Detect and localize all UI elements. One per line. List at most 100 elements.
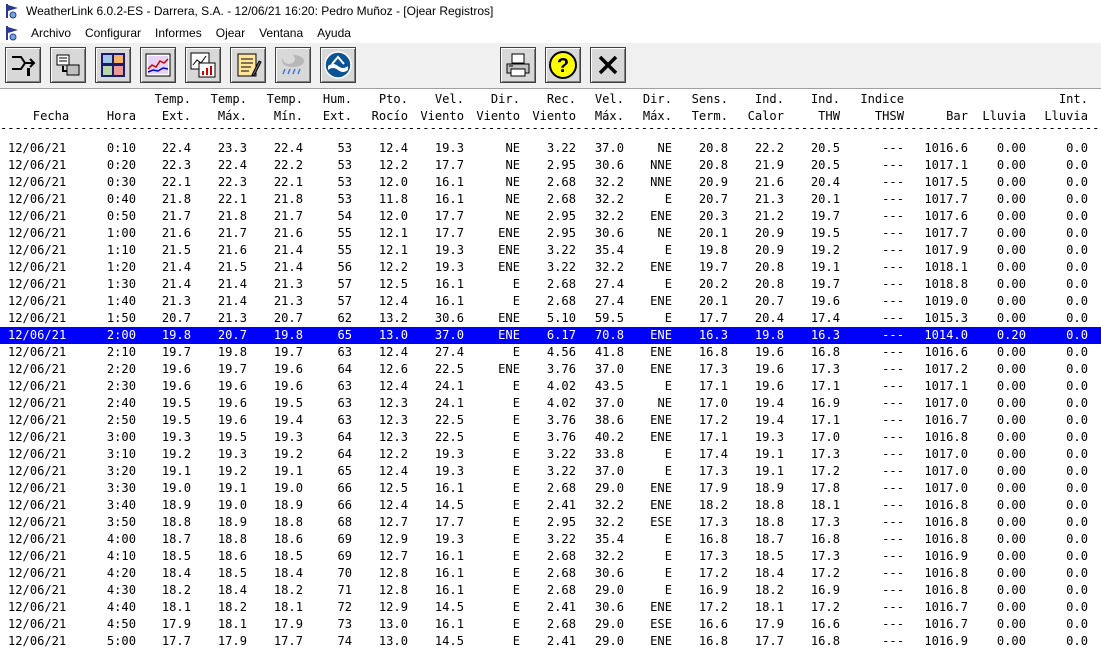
cell-dir-viento: NE — [505, 192, 520, 206]
cell-lluvia: 0.00 — [996, 464, 1026, 478]
table-row[interactable]: 12/06/21 0:30 22.1 22.3 22.1 53 12.0 16.1 NE 2.68… — [0, 174, 1101, 191]
column-header-int-lluvia-line1: Int. — [1058, 92, 1088, 106]
table-row-selected[interactable]: 12/06/21 2:00 19.8 20.7 19.8 65 13.0 37.0 ENE 6.1… — [0, 327, 1101, 344]
notes-icon — [237, 53, 262, 77]
cell-vel-max: 43.5 — [594, 379, 624, 393]
cell-indice-thsw: --- — [882, 226, 904, 240]
cell-dir-max: NE — [657, 226, 672, 240]
cell-bar: 1016.8 — [924, 583, 968, 597]
print-button[interactable] — [500, 47, 536, 83]
table-row[interactable]: 12/06/21 1:00 21.6 21.7 21.6 55 12.1 17.7 ENE 2.9… — [0, 225, 1101, 242]
cell-sens-term: 17.2 — [698, 413, 728, 427]
table-row[interactable]: 12/06/21 2:40 19.5 19.6 19.5 63 12.3 24.1 E 4.02 3… — [0, 395, 1101, 412]
cell-bar: 1017.5 — [924, 175, 968, 189]
cell-hum-ext: 70 — [337, 566, 352, 580]
cell-temp-min: 18.8 — [273, 515, 303, 529]
cell-lluvia: 0.00 — [996, 498, 1026, 512]
close-button[interactable] — [590, 47, 626, 83]
cell-pto-rocio: 11.8 — [378, 192, 408, 206]
weather-rain-button[interactable] — [275, 47, 311, 83]
cell-sens-term: 20.8 — [698, 141, 728, 155]
cell-sens-term: 17.3 — [698, 549, 728, 563]
table-row[interactable]: 12/06/21 1:50 20.7 21.3 20.7 62 13.2 30.6 ENE 5.1… — [0, 310, 1101, 327]
column-header-temp-ext: Ext. — [161, 109, 191, 123]
table-row[interactable]: 12/06/21 4:30 18.2 18.4 18.2 71 12.8 16.1 E 2.68 2… — [0, 582, 1101, 599]
table-row[interactable]: 12/06/21 3:20 19.1 19.2 19.1 65 12.4 19.3 E 3.22 3… — [0, 463, 1101, 480]
table-row[interactable]: 12/06/21 4:10 18.5 18.6 18.5 69 12.7 16.1 E 2.68 3… — [0, 548, 1101, 565]
menu-ventana[interactable]: Ventana — [252, 26, 310, 40]
menu-archivo[interactable]: Archivo — [24, 26, 78, 40]
cell-bar: 1016.8 — [924, 566, 968, 580]
cell-ind-calor: 20.8 — [754, 277, 784, 291]
table-row[interactable]: 12/06/21 3:50 18.8 18.9 18.8 68 12.7 17.7 E 2.95 3… — [0, 514, 1101, 531]
cell-indice-thsw: --- — [882, 311, 904, 325]
cell-sens-term: 20.9 — [698, 175, 728, 189]
cell-temp-min: 19.3 — [273, 430, 303, 444]
cell-ind-thw: 17.8 — [810, 481, 840, 495]
cell-bar: 1017.0 — [924, 481, 968, 495]
table-row[interactable]: 12/06/21 4:40 18.1 18.2 18.1 72 12.9 14.5 E 2.41 3… — [0, 599, 1101, 616]
cell-pto-rocio: 12.8 — [378, 583, 408, 597]
table-row[interactable]: 12/06/21 0:20 22.3 22.4 22.2 53 12.2 17.7 NE 2.95… — [0, 157, 1101, 174]
cell-fecha: 12/06/21 — [8, 413, 67, 427]
cell-ind-calor: 18.9 — [754, 481, 784, 495]
table-body[interactable]: 12/06/21 0:10 22.4 23.3 22.4 53 12.4 19.3 NE 3.22… — [0, 140, 1101, 650]
table-row[interactable]: 12/06/21 3:10 19.2 19.3 19.2 64 12.2 19.3 E 3.22 3… — [0, 446, 1101, 463]
cell-hum-ext: 71 — [337, 583, 352, 597]
cell-dir-viento: E — [512, 345, 520, 359]
column-header-dir-max: Máx. — [642, 109, 672, 123]
cell-temp-ext: 18.5 — [161, 549, 191, 563]
strip-charts-button[interactable] — [140, 47, 176, 83]
table-row[interactable]: 12/06/21 4:00 18.7 18.8 18.6 69 12.9 19.3 E 3.22 3… — [0, 531, 1101, 548]
table-row[interactable]: 12/06/21 5:00 17.7 17.9 17.7 74 13.0 14.5 E 2.41 2… — [0, 633, 1101, 650]
cell-fecha: 12/06/21 — [8, 600, 67, 614]
download-data-button[interactable] — [50, 47, 86, 83]
menu-ayuda[interactable]: Ayuda — [310, 26, 358, 40]
connect-station-button[interactable] — [5, 47, 41, 83]
cell-ind-thw: 17.4 — [810, 311, 840, 325]
noaa-button[interactable] — [320, 47, 356, 83]
records-grid[interactable]: Fecha Hora Temp. Ext. Temp. Máx. Temp. Mín. Hum.… — [0, 89, 1101, 653]
cell-hora: 1:30 — [106, 277, 136, 291]
child-window-icon[interactable] — [4, 25, 20, 41]
table-row[interactable]: 12/06/21 3:00 19.3 19.5 19.3 64 12.3 22.5 E 3.76 4… — [0, 429, 1101, 446]
cell-hum-ext: 69 — [337, 532, 352, 546]
table-row[interactable]: 12/06/21 2:50 19.5 19.6 19.4 63 12.3 22.5 E 3.76 3… — [0, 412, 1101, 429]
table-row[interactable]: 12/06/21 1:10 21.5 21.6 21.4 55 12.1 19.3 ENE 3.2… — [0, 242, 1101, 259]
table-row[interactable]: 12/06/21 1:30 21.4 21.4 21.3 57 12.5 16.1 E 2.68 2… — [0, 276, 1101, 293]
table-row[interactable]: 12/06/21 0:50 21.7 21.8 21.7 54 12.0 17.7 NE 2.95… — [0, 208, 1101, 225]
table-row[interactable]: 12/06/21 3:30 19.0 19.1 19.0 66 12.5 16.1 E 2.68 2… — [0, 480, 1101, 497]
table-row[interactable]: 12/06/21 2:10 19.7 19.8 19.7 63 12.4 27.4 E 4.56 4… — [0, 344, 1101, 361]
bulletin-button[interactable] — [95, 47, 131, 83]
cell-fecha: 12/06/21 — [8, 362, 67, 376]
plot-data-button[interactable] — [185, 47, 221, 83]
menu-ojear[interactable]: Ojear — [209, 26, 252, 40]
cell-pto-rocio: 12.6 — [378, 362, 408, 376]
cell-ind-calor: 19.6 — [754, 379, 784, 393]
table-row[interactable]: 12/06/21 0:10 22.4 23.3 22.4 53 12.4 19.3 NE 3.22… — [0, 140, 1101, 157]
help-button[interactable]: ? — [545, 47, 581, 83]
table-row[interactable]: 12/06/21 3:40 18.9 19.0 18.9 66 12.4 14.5 E 2.41 3… — [0, 497, 1101, 514]
table-row[interactable]: 12/06/21 4:50 17.9 18.1 17.9 73 13.0 16.1 E 2.68 2… — [0, 616, 1101, 633]
cell-temp-max: 21.8 — [217, 209, 247, 223]
column-header-vel-max: Máx. — [594, 109, 624, 123]
notes-button[interactable] — [230, 47, 266, 83]
table-row[interactable]: 12/06/21 2:30 19.6 19.6 19.6 63 12.4 24.1 E 4.02 4… — [0, 378, 1101, 395]
menu-informes[interactable]: Informes — [148, 26, 209, 40]
cell-temp-ext: 20.7 — [161, 311, 191, 325]
table-row[interactable]: 12/06/21 4:20 18.4 18.5 18.4 70 12.8 16.1 E 2.68 3… — [0, 565, 1101, 582]
cell-vel-max: 32.2 — [594, 498, 624, 512]
cell-rec-viento: 3.76 — [546, 362, 576, 376]
cell-vel-viento: 19.3 — [434, 532, 464, 546]
cell-temp-max: 21.7 — [217, 226, 247, 240]
menu-configurar[interactable]: Configurar — [78, 26, 148, 40]
table-row[interactable]: 12/06/21 0:40 21.8 22.1 21.8 53 11.8 16.1 NE 2.68… — [0, 191, 1101, 208]
cell-ind-thw: 17.3 — [810, 515, 840, 529]
table-row[interactable]: 12/06/21 1:40 21.3 21.4 21.3 57 12.4 16.1 E 2.68 2… — [0, 293, 1101, 310]
cell-temp-max: 18.6 — [217, 549, 247, 563]
cell-vel-viento: 16.1 — [434, 277, 464, 291]
table-row[interactable]: 12/06/21 2:20 19.6 19.7 19.6 64 12.6 22.5 ENE 3.7… — [0, 361, 1101, 378]
table-row[interactable]: 12/06/21 1:20 21.4 21.5 21.4 56 12.2 19.3 ENE 3.2… — [0, 259, 1101, 276]
cell-temp-ext: 21.6 — [161, 226, 191, 240]
cell-temp-ext: 22.3 — [161, 158, 191, 172]
